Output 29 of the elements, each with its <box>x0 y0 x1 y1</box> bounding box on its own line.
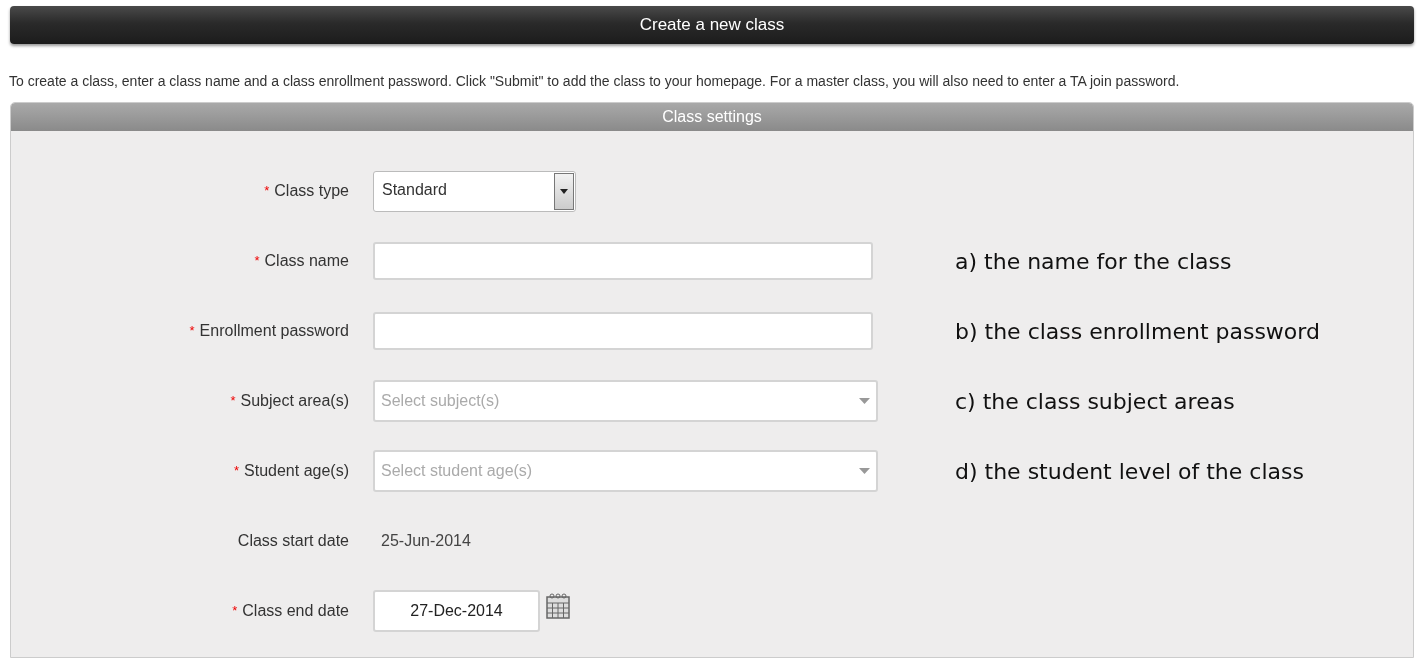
calendar-icon[interactable] <box>546 593 570 619</box>
annotation-text: b) the class enrollment password <box>954 317 1321 346</box>
field-label: Enrollment password <box>199 321 349 341</box>
required-mark: * <box>230 392 236 411</box>
caret-icon <box>859 468 870 474</box>
date-field[interactable]: 27-Dec-2014 <box>373 590 540 632</box>
field-label: Student age(s) <box>244 461 349 481</box>
page-title: Create a new class <box>10 6 1414 44</box>
text-input[interactable] <box>373 312 873 350</box>
text-input[interactable] <box>373 242 873 280</box>
field-label: Class name <box>264 251 349 271</box>
class-type-select[interactable]: Standard <box>373 170 576 212</box>
required-mark: * <box>254 252 260 271</box>
annotation-text: d) the student level of the class <box>954 457 1305 486</box>
panel-title: Class settings <box>11 103 1413 131</box>
intro-text: To create a class, enter a class name and a class enrollment password. Click "Submit" to add the class to your homepage. For a master class, you will also need to enter a TA join password. <box>9 72 1181 91</box>
annotation-text: c) the class subject areas <box>954 387 1236 416</box>
field-label: Class start date <box>237 531 349 551</box>
field-label: Class type <box>274 181 349 201</box>
required-mark: * <box>189 322 195 341</box>
caret-icon <box>560 188 568 194</box>
required-mark: * <box>234 462 240 481</box>
required-mark: * <box>264 182 270 201</box>
field-label: Class end date <box>242 601 349 621</box>
required-mark: * <box>232 602 238 621</box>
start-date-value: 25-Jun-2014 <box>381 531 471 551</box>
field-label: Subject area(s) <box>240 391 349 411</box>
annotation-text: a) the name for the class <box>954 247 1233 276</box>
caret-icon <box>859 398 870 404</box>
